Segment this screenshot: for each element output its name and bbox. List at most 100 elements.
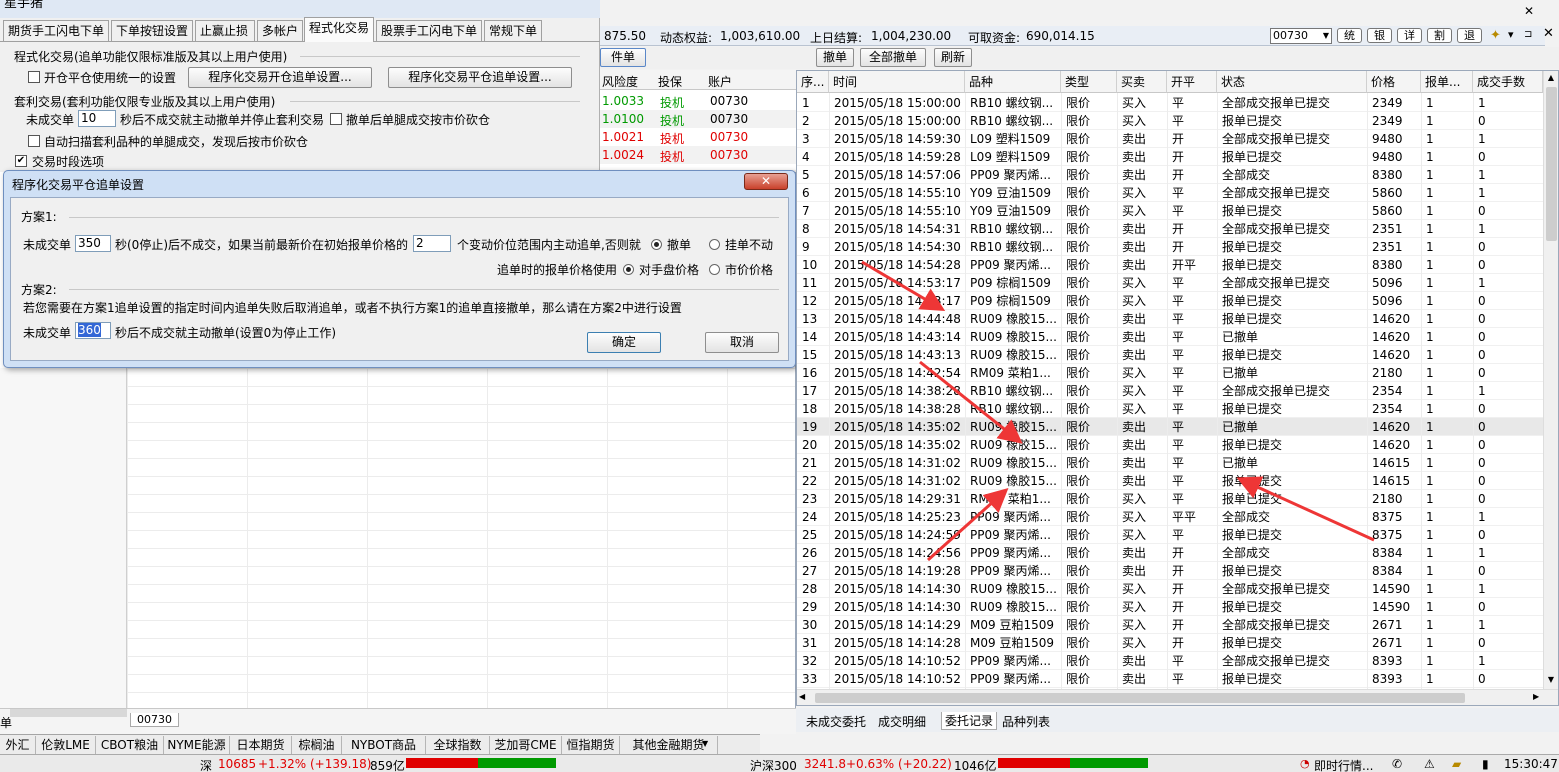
- order-cell: 1: [1426, 582, 1434, 596]
- tab-account-00730[interactable]: 00730: [130, 713, 179, 727]
- order-cell: 卖出: [1122, 330, 1147, 344]
- market-tab[interactable]: 外汇: [0, 736, 36, 754]
- left-toolbar-button[interactable]: 件单: [600, 48, 646, 67]
- device-icon[interactable]: ▮: [1482, 757, 1489, 771]
- quick-btn-3[interactable]: 详: [1397, 28, 1422, 43]
- order-cell: Y09 豆油1509: [970, 186, 1051, 200]
- quick-btn-4[interactable]: 割: [1427, 28, 1452, 43]
- cancel-all-button[interactable]: 全部撤单: [860, 48, 926, 67]
- scroll-down-icon[interactable]: ▼: [1545, 675, 1557, 687]
- order-cell: 1: [1426, 564, 1434, 578]
- scroll-left-icon[interactable]: ◀: [799, 692, 805, 701]
- refresh-button[interactable]: 刷新: [934, 48, 972, 67]
- open-chase-settings-button[interactable]: 程序化交易开仓追单设置...: [188, 67, 372, 88]
- news-label[interactable]: 即时行情...: [1314, 757, 1373, 772]
- p1-seconds-input[interactable]: 350: [75, 235, 111, 252]
- column-separator: [829, 93, 830, 689]
- order-cell: 限价: [1066, 474, 1091, 488]
- col-seq[interactable]: 序...: [797, 71, 829, 93]
- cancel-button[interactable]: 取消: [705, 332, 779, 353]
- account-select[interactable]: 00730 ▼: [1270, 28, 1332, 44]
- opt-counter-radio[interactable]: [623, 264, 634, 275]
- opt-market-radio[interactable]: [709, 264, 720, 275]
- col-instrument[interactable]: 品种: [965, 71, 1061, 93]
- order-cell: 限价: [1066, 330, 1091, 344]
- window-close-icon[interactable]: ✕: [1524, 4, 1534, 18]
- close-icon[interactable]: ✕: [1543, 26, 1554, 41]
- market-tab[interactable]: 芝加哥CME: [490, 736, 562, 754]
- phone-icon[interactable]: ✆: [1392, 757, 1402, 771]
- market-tab[interactable]: 全球指数: [426, 736, 490, 754]
- col-filled[interactable]: 成交手数: [1473, 71, 1543, 93]
- col-type[interactable]: 类型: [1061, 71, 1117, 93]
- p1-ticks-input[interactable]: 2: [413, 235, 451, 252]
- horizontal-scrollbar[interactable]: ◀ ▶: [797, 689, 1558, 705]
- opt-cancel-radio[interactable]: [651, 239, 662, 250]
- news-icon[interactable]: ◔: [1300, 757, 1310, 770]
- col-openclose[interactable]: 开平: [1167, 71, 1217, 93]
- order-cell: 限价: [1066, 618, 1091, 632]
- order-cell: 2354: [1372, 384, 1403, 398]
- order-cell: RU09 橡胶15...: [970, 330, 1057, 344]
- market-tab[interactable]: NYME能源: [164, 736, 230, 754]
- position-cell: 1.0024: [602, 148, 644, 162]
- p2-seconds-input[interactable]: 360: [75, 322, 111, 339]
- col-qty[interactable]: 报单...: [1421, 71, 1473, 93]
- folder-icon[interactable]: ▰: [1452, 757, 1461, 771]
- wand-icon[interactable]: ✦: [1490, 28, 1501, 43]
- market-tab[interactable]: 恒指期货: [562, 736, 620, 754]
- auto-scan-checkbox[interactable]: [28, 135, 40, 147]
- horizontal-scroll-thumb[interactable]: [815, 693, 1465, 703]
- tab-stop-profit-loss[interactable]: 止赢止损: [195, 20, 255, 41]
- session-checkbox[interactable]: ✔: [15, 155, 27, 167]
- section-programmatic: 程式化交易(追单功能仅限标准版及其以上用户使用): [14, 50, 288, 64]
- market-tab[interactable]: 日本期货: [230, 736, 292, 754]
- tab-futures-flash[interactable]: 期货手工闪电下单: [3, 20, 109, 41]
- ok-button[interactable]: 确定: [587, 332, 661, 353]
- arb-untraded-tail: 秒后不成交就主动撤单并停止套利交易: [120, 113, 325, 127]
- close-chase-settings-button[interactable]: 程序化交易平仓追单设置...: [388, 67, 572, 88]
- scroll-up-icon[interactable]: ▲: [1545, 73, 1557, 85]
- order-cell: 1: [1426, 240, 1434, 254]
- vertical-scroll-thumb[interactable]: [1546, 87, 1557, 241]
- order-cell: 平: [1172, 654, 1185, 668]
- order-cell: 限价: [1066, 402, 1091, 416]
- order-cell: 全部成交报单已提交: [1222, 618, 1331, 632]
- tab-order-records[interactable]: 委托记录: [941, 712, 998, 730]
- tab-button-settings[interactable]: 下单按钮设置: [111, 20, 193, 41]
- col-price[interactable]: 价格: [1367, 71, 1421, 93]
- col-status[interactable]: 状态: [1217, 71, 1367, 93]
- market-tab[interactable]: 伦敦LME: [36, 736, 96, 754]
- unified-settings-checkbox[interactable]: [28, 71, 40, 83]
- vertical-scrollbar[interactable]: ▲ ▼: [1543, 71, 1558, 689]
- market-tab[interactable]: NYBOT商品: [342, 736, 426, 754]
- market-tab[interactable]: CBOT粮油: [96, 736, 164, 754]
- order-cell: PP09 聚丙烯...: [970, 510, 1052, 524]
- alert-icon[interactable]: ⚠: [1424, 757, 1435, 771]
- tab-instrument-list[interactable]: 品种列表: [1002, 713, 1050, 730]
- dialog-close-icon[interactable]: ✕: [744, 173, 788, 190]
- cancel-leg-checkbox[interactable]: [330, 113, 342, 125]
- quick-btn-5[interactable]: 退: [1457, 28, 1482, 43]
- scroll-right-icon[interactable]: ▶: [1533, 692, 1539, 701]
- tab-trade-details[interactable]: 成交明细: [878, 713, 926, 730]
- order-cell: 报单已提交: [1222, 114, 1283, 128]
- dock-icon[interactable]: ⊐: [1524, 29, 1532, 40]
- market-tab[interactable]: 棕榈油: [292, 736, 342, 754]
- opt-hold-radio[interactable]: [709, 239, 720, 250]
- tab-programmatic[interactable]: 程式化交易: [304, 17, 374, 42]
- order-cell: 限价: [1066, 132, 1091, 146]
- tab-regular[interactable]: 常规下单: [484, 20, 542, 41]
- tab-stock-flash[interactable]: 股票手工闪电下单: [376, 20, 482, 41]
- cancel-order-button[interactable]: 撤单: [816, 48, 854, 67]
- tab-multi-account[interactable]: 多帐户: [257, 20, 303, 41]
- more-tabs-icon[interactable]: ▼: [702, 739, 708, 748]
- quick-btn-2[interactable]: 银: [1367, 28, 1392, 43]
- quick-btn-1[interactable]: 统: [1337, 28, 1362, 43]
- order-cell: 9480: [1372, 132, 1403, 146]
- col-side[interactable]: 买卖: [1117, 71, 1167, 93]
- arb-untraded-seconds-input[interactable]: 10: [78, 110, 116, 127]
- pin-icon[interactable]: ▾: [1508, 28, 1514, 41]
- col-time[interactable]: 时间: [829, 71, 965, 93]
- tab-unfilled-orders[interactable]: 未成交委托: [806, 713, 866, 730]
